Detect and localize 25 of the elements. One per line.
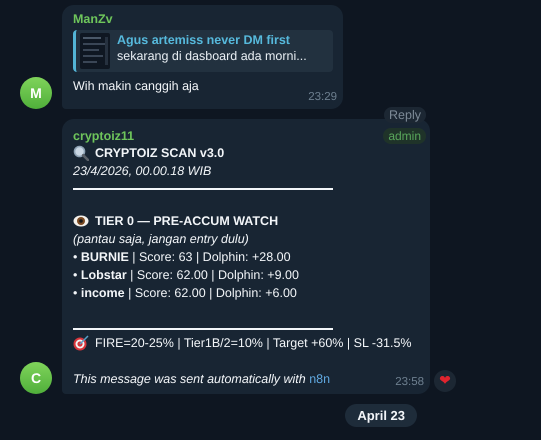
reply-button[interactable]: Reply [384, 107, 426, 123]
heart-reaction[interactable]: ❤ [434, 370, 456, 392]
quoted-message[interactable]: Agus artemiss never DM first sekarang di dasboard ada morni... [73, 30, 333, 72]
message-time: 23:29 [308, 91, 337, 103]
message-text: Wih makin canggih aja [73, 78, 199, 95]
message-text: • BURNIE | Score: 63 | Dolphin: +28.00 [73, 249, 291, 266]
message-time: 23:58 [395, 376, 424, 388]
message-text: 23/4/2026, 00.00.18 WIB [73, 163, 212, 180]
quote-text: sekarang di dasboard ada morni... [117, 49, 307, 63]
message-heading: CRYPTOIZ SCAN v3.0 [95, 145, 224, 162]
magnifier-icon [73, 145, 89, 161]
message-text: FIRE=20-25% | Tier1B/2=10% | Target +60% | SL -31.5% [95, 335, 412, 352]
sender-name[interactable]: ManZv [73, 12, 113, 26]
message-text: (pantau saja, jangan entry dulu) [73, 231, 249, 248]
n8n-link[interactable]: n8n [309, 372, 330, 386]
date-pill: April 23 [345, 404, 417, 427]
role-tag: admin [383, 128, 426, 144]
message-text: • Lobstar | Score: 62.00 | Dolphin: +9.00 [73, 267, 299, 284]
sender-name[interactable]: cryptoiz11 [73, 129, 134, 143]
eye-icon [73, 213, 89, 229]
message-text: • income | Score: 62.00 | Dolphin: +6.00 [73, 285, 297, 302]
quote-title: Agus artemiss never DM first [117, 33, 291, 47]
footer-note: This message was sent automatically with n8n [73, 371, 330, 388]
message-heading: TIER 0 — PRE-ACCUM WATCH [95, 213, 278, 230]
target-icon [73, 335, 89, 351]
